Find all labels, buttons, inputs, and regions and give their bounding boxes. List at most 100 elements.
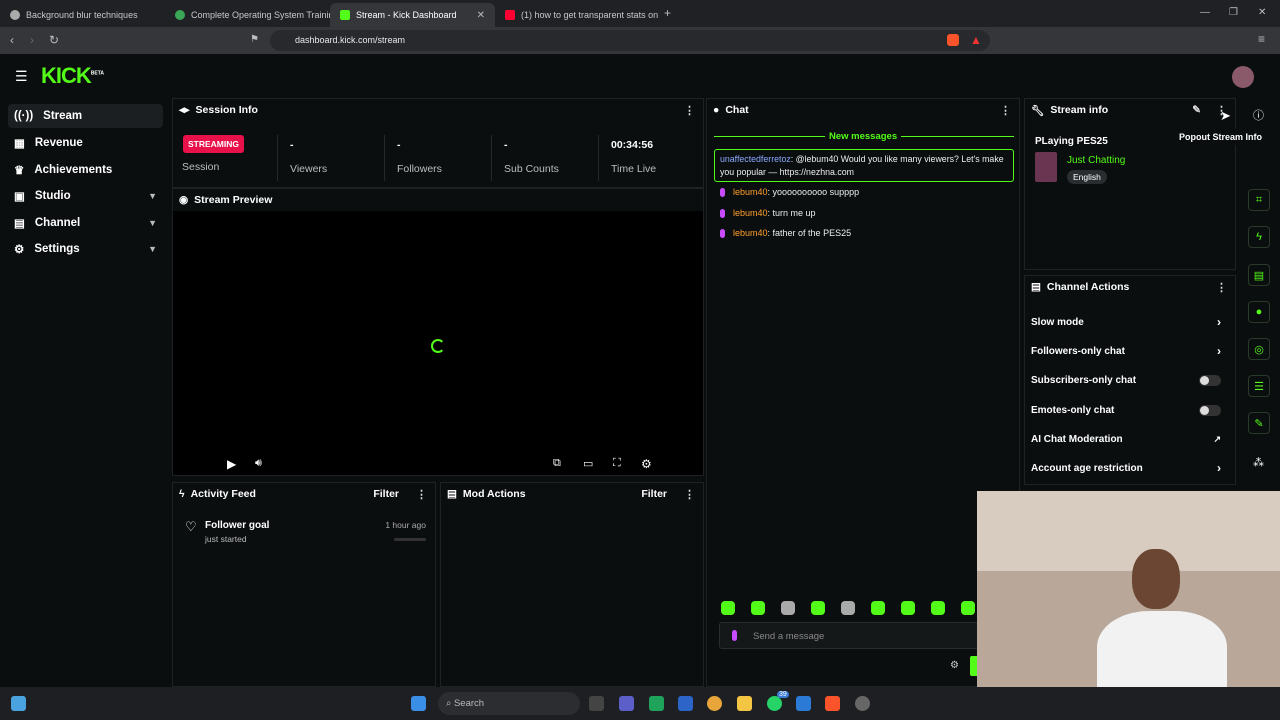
category-thumbnail — [1035, 152, 1057, 182]
scan-icon[interactable]: ⌗ — [1248, 189, 1270, 211]
chrome-icon[interactable] — [707, 696, 722, 711]
emote-icon[interactable] — [721, 601, 735, 615]
emote-icon[interactable] — [841, 601, 855, 615]
fullscreen-icon[interactable]: ⛶ — [613, 457, 621, 470]
category-link[interactable]: Just Chatting — [1067, 155, 1125, 166]
brave-shield-icon[interactable] — [947, 34, 959, 46]
browser-tab[interactable]: Background blur techniques — [0, 3, 165, 27]
hamburger-menu-icon[interactable]: ☰ — [15, 68, 28, 85]
emote-icon[interactable] — [751, 601, 765, 615]
document-icon[interactable]: ▤ — [1248, 264, 1270, 286]
notification-badge: 39 — [777, 691, 789, 698]
play-icon[interactable]: ▶ — [227, 457, 236, 471]
menu-icon[interactable]: ≡ — [1258, 33, 1265, 45]
sidebar-item-channel[interactable]: ▤ Channel ▼ — [8, 211, 163, 235]
widgets-icon[interactable] — [11, 696, 26, 711]
url-field[interactable]: dashboard.kick.com/stream — [270, 30, 990, 51]
sidebar-item-settings[interactable]: ⚙ Settings ▼ — [8, 237, 163, 261]
theater-mode-icon[interactable]: ▭ — [583, 457, 593, 470]
volume-icon[interactable]: 🔊︎ — [255, 457, 262, 470]
brave-rewards-icon[interactable]: ▲ — [970, 34, 982, 46]
emote-icon[interactable] — [871, 601, 885, 615]
filter-button[interactable]: Filter — [641, 488, 667, 500]
vscode-icon[interactable] — [796, 696, 811, 711]
minimize-icon[interactable]: — — [1200, 7, 1210, 19]
reload-icon[interactable]: ↻ — [49, 34, 59, 46]
tools-icon[interactable]: ✎ — [1248, 412, 1270, 434]
followers-only-action[interactable]: Followers-only chat › — [1031, 341, 1227, 361]
teams-icon[interactable] — [619, 696, 634, 711]
chat-input[interactable]: Send a message — [719, 622, 979, 649]
settings-gear-icon[interactable]: ⚙ — [641, 457, 652, 471]
kebab-menu-icon[interactable]: ⋮ — [1216, 281, 1227, 294]
activity-feed-header: ϟ Activity Feed Filter ⋮ — [179, 488, 427, 501]
filter-button[interactable]: Filter — [373, 488, 399, 500]
browser-tab[interactable]: (1) how to get transparent stats on u — [495, 3, 660, 27]
badge-icon — [720, 229, 725, 239]
chevron-down-icon: ▼ — [148, 191, 157, 201]
session-info-header: ◂▸ Session Info ⋮ — [179, 104, 695, 117]
sidebar-item-stream[interactable]: ((·)) Stream — [8, 104, 163, 128]
task-view-icon[interactable] — [589, 696, 604, 711]
new-tab-icon[interactable]: + — [664, 7, 671, 19]
kick-dashboard: ☰ KICKBETA ((·)) Stream ▦ Revenue ♛ Achieve… — [0, 54, 1280, 687]
app-icon[interactable] — [855, 696, 870, 711]
mod-icon: ▤ — [447, 488, 457, 500]
lightning-icon[interactable]: ϟ — [1248, 226, 1270, 248]
kebab-menu-icon[interactable]: ⋮ — [684, 104, 695, 117]
subscribers-only-toggle[interactable] — [1199, 374, 1221, 386]
edit-pencil-icon[interactable]: ✎ — [1192, 104, 1201, 116]
edge-icon[interactable] — [649, 696, 664, 711]
brave-icon[interactable] — [825, 696, 840, 711]
info-icon[interactable]: ⓘ — [1253, 107, 1264, 123]
whatsapp-icon[interactable] — [767, 696, 782, 711]
kebab-menu-icon[interactable]: ⋮ — [1000, 104, 1011, 117]
kebab-menu-icon[interactable]: ⋮ — [416, 488, 427, 501]
activity-timestamp: 1 hour ago — [385, 520, 426, 530]
emote-icon[interactable] — [961, 601, 975, 615]
browser-tab-active[interactable]: Stream - Kick Dashboard ✕ — [330, 3, 495, 27]
maximize-icon[interactable]: ❐ — [1229, 7, 1238, 19]
chat-settings-icon[interactable]: ⚙ — [950, 660, 959, 671]
emote-icon[interactable] — [901, 601, 915, 615]
sidebar-item-studio[interactable]: ▣ Studio ▼ — [8, 184, 163, 208]
emotes-only-toggle[interactable] — [1199, 404, 1221, 416]
forward-icon[interactable]: › — [30, 34, 34, 46]
chat-icon[interactable]: ● — [1248, 301, 1270, 323]
emote-icon[interactable] — [811, 601, 825, 615]
kebab-menu-icon[interactable]: ⋮ — [684, 488, 695, 501]
sidebar-item-achievements[interactable]: ♛ Achievements — [8, 158, 163, 182]
external-link-icon: ↗ — [1213, 433, 1221, 444]
more-widgets-icon[interactable]: ⁂ — [1253, 456, 1264, 469]
bookmark-icon[interactable]: ⚑ — [250, 34, 259, 46]
window-close-icon[interactable]: ✕ — [1258, 7, 1266, 19]
emote-icon[interactable] — [931, 601, 945, 615]
close-tab-icon[interactable]: ✕ — [477, 10, 485, 21]
session-label: Session — [182, 161, 220, 173]
picture-in-picture-icon[interactable]: ⧉ — [553, 457, 561, 470]
ai-chat-moderation-action[interactable]: AI Chat Moderation ↗ — [1031, 429, 1227, 449]
taskbar-search[interactable]: ⌕ Search — [438, 692, 580, 715]
slow-mode-action[interactable]: Slow mode › — [1031, 312, 1227, 332]
follower-goal-status: just started — [205, 534, 247, 544]
avatar[interactable] — [1232, 66, 1254, 88]
back-icon[interactable]: ‹ — [10, 34, 14, 46]
browser-tab[interactable]: Complete Operating System Training — [165, 3, 330, 27]
loading-spinner-icon — [431, 339, 445, 353]
broadcast-icon[interactable]: ◎ — [1248, 338, 1270, 360]
badge-icon — [720, 209, 725, 219]
emote-icon[interactable] — [781, 601, 795, 615]
highlighted-message: unaffectedferretoz: @lebum40 Would you l… — [714, 149, 1014, 182]
file-explorer-icon[interactable] — [737, 696, 752, 711]
browser-address-bar: ‹ › ↻ ⚑ dashboard.kick.com/stream ▲ ≡ — [0, 27, 1280, 54]
language-tag: English — [1067, 170, 1107, 184]
windows-start-icon[interactable] — [411, 696, 426, 711]
sidebar-item-revenue[interactable]: ▦ Revenue — [8, 131, 163, 155]
store-icon[interactable] — [678, 696, 693, 711]
list-icon[interactable]: ☰ — [1248, 375, 1270, 397]
chevron-right-icon: › — [1217, 344, 1221, 358]
youtube-favicon-icon — [505, 10, 515, 20]
kick-logo[interactable]: KICKBETA — [41, 63, 104, 89]
browser-tab-bar: Background blur techniques Complete Oper… — [0, 0, 1280, 27]
account-age-action[interactable]: Account age restriction › — [1031, 458, 1227, 478]
